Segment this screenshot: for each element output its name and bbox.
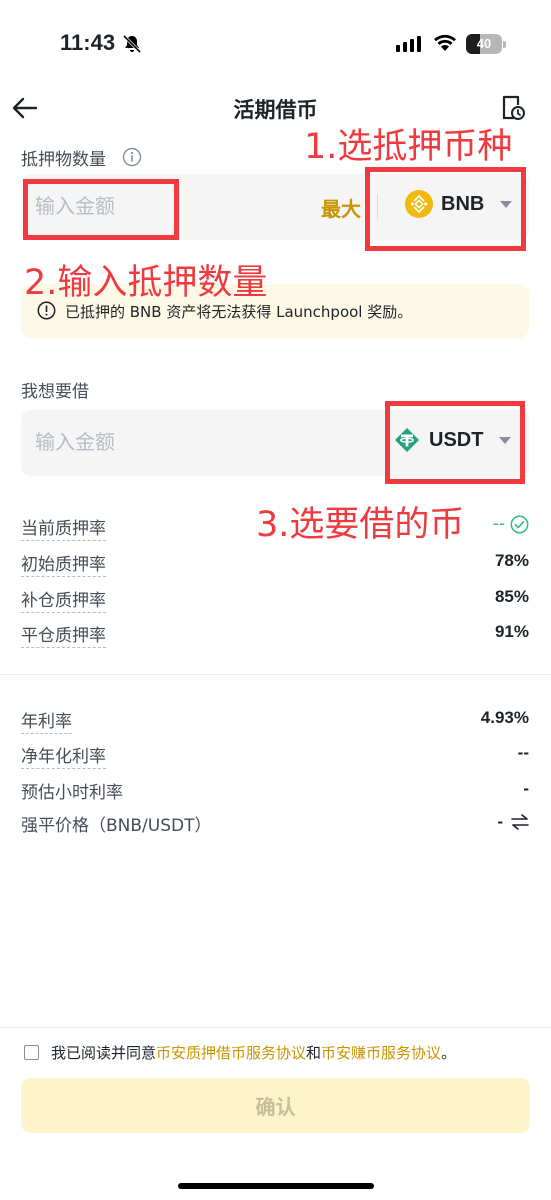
cellular-signal-icon (396, 36, 421, 52)
liquidation-price-value: - (497, 812, 529, 832)
ltv-liquidation-value: 91% (494, 622, 529, 641)
ltv-current-value: -- (493, 514, 529, 534)
info-icon[interactable] (122, 147, 142, 167)
ltv-initial-value: 78% (494, 551, 529, 570)
annotation-step3: 3.选要借的币 (256, 505, 465, 545)
annual-rate-label[interactable]: 年利率 (21, 707, 72, 734)
ltv-current-label[interactable]: 当前质押率 (21, 514, 106, 541)
swap-icon[interactable] (511, 814, 529, 830)
agreement-row: 我已阅读并同意 币安质押借币服务协议 和 币安赚币服务协议 。 (24, 1042, 456, 1063)
annotation-box-amount (23, 179, 179, 240)
annual-rate-value: 4.93% (480, 708, 529, 727)
check-circle-icon (510, 515, 529, 533)
net-apr-value: -- (517, 743, 529, 762)
agreement-and: 和 (306, 1044, 322, 1062)
net-apr-label[interactable]: 净年化利率 (21, 742, 106, 769)
battery-tip (503, 41, 506, 48)
hourly-rate-label: 预估小时利率 (21, 783, 123, 803)
status-time: 11:43 (60, 30, 116, 55)
borrow-amount-input[interactable] (35, 410, 275, 476)
home-indicator (178, 1183, 374, 1189)
ltv-current-text: -- (492, 514, 505, 534)
bell-off-icon (122, 34, 142, 54)
annotation-box-collateral-coin (365, 167, 526, 251)
max-button[interactable]: 最大 (321, 193, 361, 222)
annotation-step1: 1.选抵押币种 (304, 127, 513, 167)
ltv-margin-call-label[interactable]: 补仓质押率 (21, 586, 106, 613)
liquidation-price-text: - (497, 812, 503, 831)
hourly-rate-value: - (523, 779, 529, 798)
agreement-checkbox[interactable] (24, 1045, 39, 1060)
section-divider (0, 674, 551, 675)
earn-agreement-link[interactable]: 币安赚币服务协议 (321, 1042, 441, 1063)
borrow-label: 我想要借 (21, 382, 89, 402)
battery-level: 40 (476, 36, 492, 51)
battery-icon: 40 (466, 34, 502, 54)
footer-divider (0, 1027, 551, 1028)
ltv-margin-call-value: 85% (494, 587, 529, 606)
collateral-label: 抵押物数量 (21, 150, 106, 170)
wifi-icon (434, 34, 456, 51)
ltv-initial-label[interactable]: 初始质押率 (21, 550, 106, 577)
ltv-liquidation-label[interactable]: 平仓质押率 (21, 621, 106, 648)
liquidation-price-label: 强平价格（BNB/USDT） (21, 816, 212, 836)
agreement-suffix: 。 (441, 1044, 457, 1062)
agreement-prefix: 我已阅读并同意 (51, 1044, 157, 1062)
status-bar: 11:43 40 (0, 0, 551, 80)
confirm-button[interactable]: 确认 (21, 1078, 530, 1133)
pledge-loan-agreement-link[interactable]: 币安质押借币服务协议 (156, 1042, 306, 1063)
annotation-step2: 2.输入抵押数量 (24, 263, 268, 303)
annotation-box-borrow-coin (385, 401, 525, 484)
